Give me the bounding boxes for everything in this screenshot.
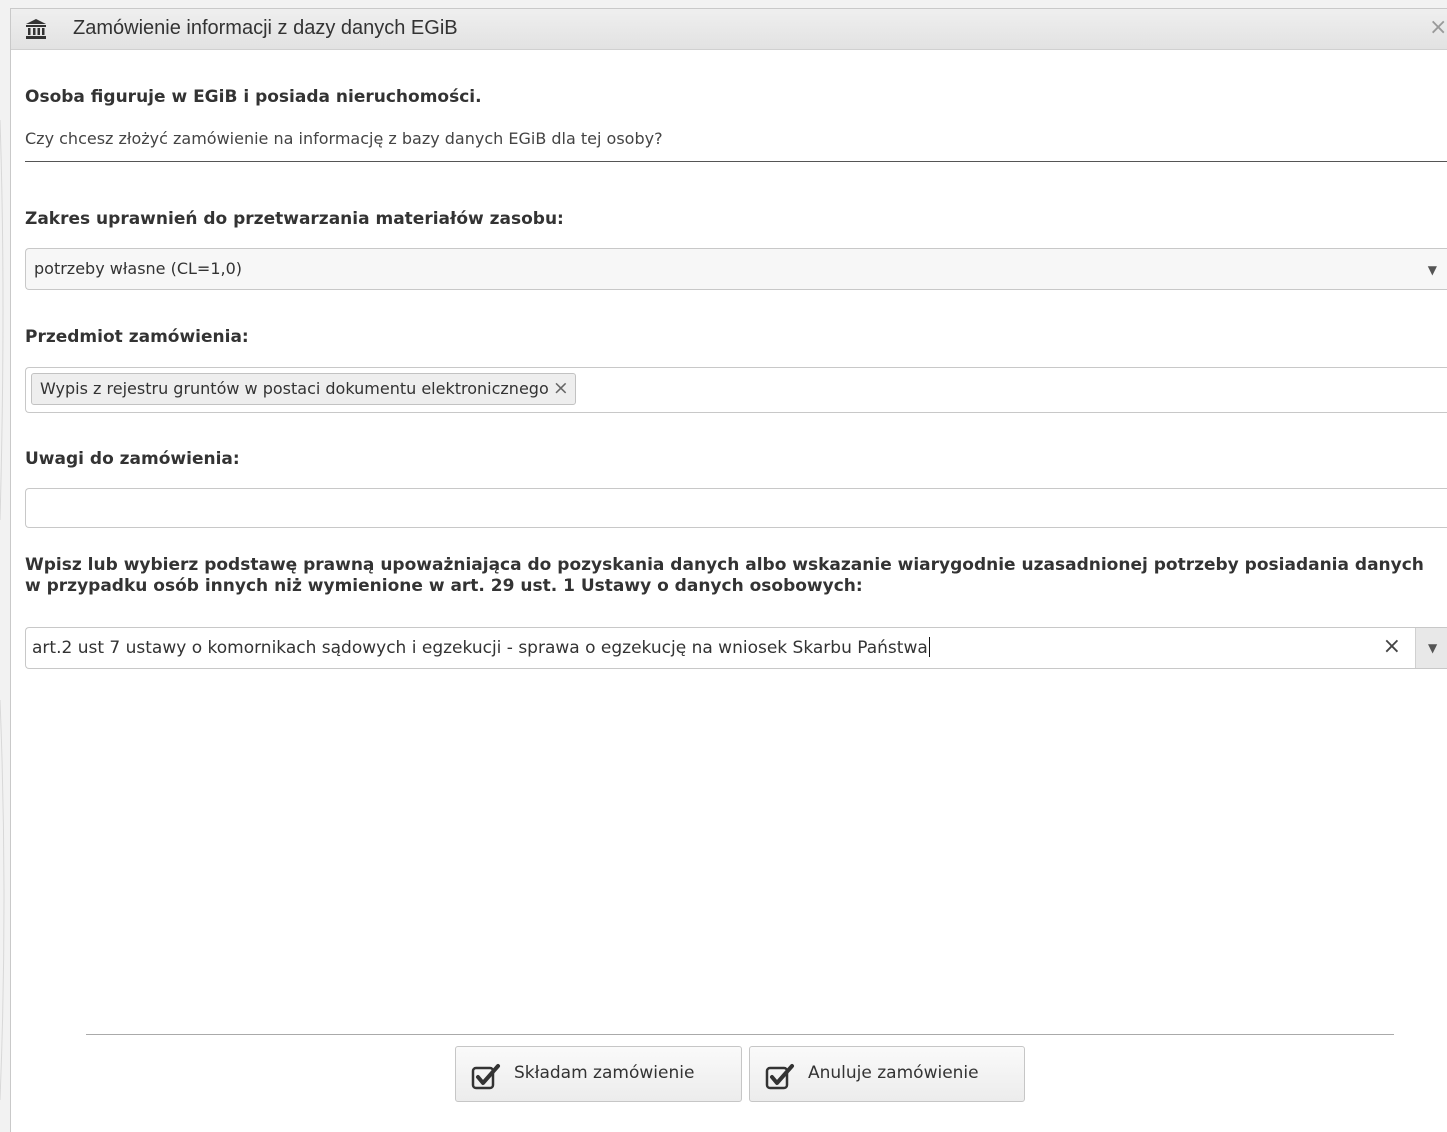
order-dialog: Zamówienie informacji z dazy danych EGiB… [10,8,1447,1132]
remove-tag-icon[interactable]: × [553,377,569,399]
footer-divider [86,1034,1394,1035]
dialog-titlebar[interactable]: Zamówienie informacji z dazy danych EGiB… [11,9,1447,50]
divider [25,161,1447,162]
cancel-order-button[interactable]: Anuluje zamówienie [749,1046,1025,1102]
scope-select[interactable]: potrzeby własne (CL=1,0) ▼ [25,248,1447,290]
notes-input[interactable] [25,488,1447,528]
submit-order-label: Składam zamówienie [514,1063,695,1083]
subject-label: Przedmiot zamówienia: [25,327,249,347]
legal-basis-input[interactable]: art.2 ust 7 ustawy o komornikach sądowyc… [32,637,930,658]
cancel-order-label: Anuluje zamówienie [808,1063,979,1083]
notes-label: Uwagi do zamówienia: [25,449,240,469]
submit-order-button[interactable]: Składam zamówienie [455,1046,742,1102]
clear-icon[interactable]: × [1383,634,1401,659]
check-square-icon [471,1064,500,1090]
legal-basis-dropdown-button[interactable]: ▼ [1415,628,1447,668]
legal-basis-value: art.2 ust 7 ustawy o komornikach sądowyc… [32,638,928,658]
subject-tag-input[interactable]: Wypis z rejestru gruntów w postaci dokum… [25,367,1447,413]
person-status-heading: Osoba figuruje w EGiB i posiada nierucho… [25,87,482,107]
subject-tag: Wypis z rejestru gruntów w postaci dokum… [31,373,576,405]
dialog-title: Zamówienie informacji z dazy danych EGiB [73,17,458,39]
order-question: Czy chcesz złożyć zamówienie na informac… [25,129,663,148]
scope-selected-value: potrzeby własne (CL=1,0) [34,259,243,278]
subject-tag-label: Wypis z rejestru gruntów w postaci dokum… [40,379,549,398]
chevron-down-icon: ▼ [1428,641,1438,655]
text-caret [928,637,930,657]
close-icon[interactable]: × [1429,17,1447,39]
legal-basis-combobox[interactable]: art.2 ust 7 ustawy o komornikach sądowyc… [25,627,1447,669]
check-square-icon [765,1064,794,1090]
scope-label: Zakres uprawnień do przetwarzania materi… [25,209,564,229]
chevron-down-icon[interactable]: ▼ [1428,263,1437,277]
legal-basis-label: Wpisz lub wybierz podstawę prawną upoważ… [25,555,1424,596]
bank-building-icon [26,19,46,39]
